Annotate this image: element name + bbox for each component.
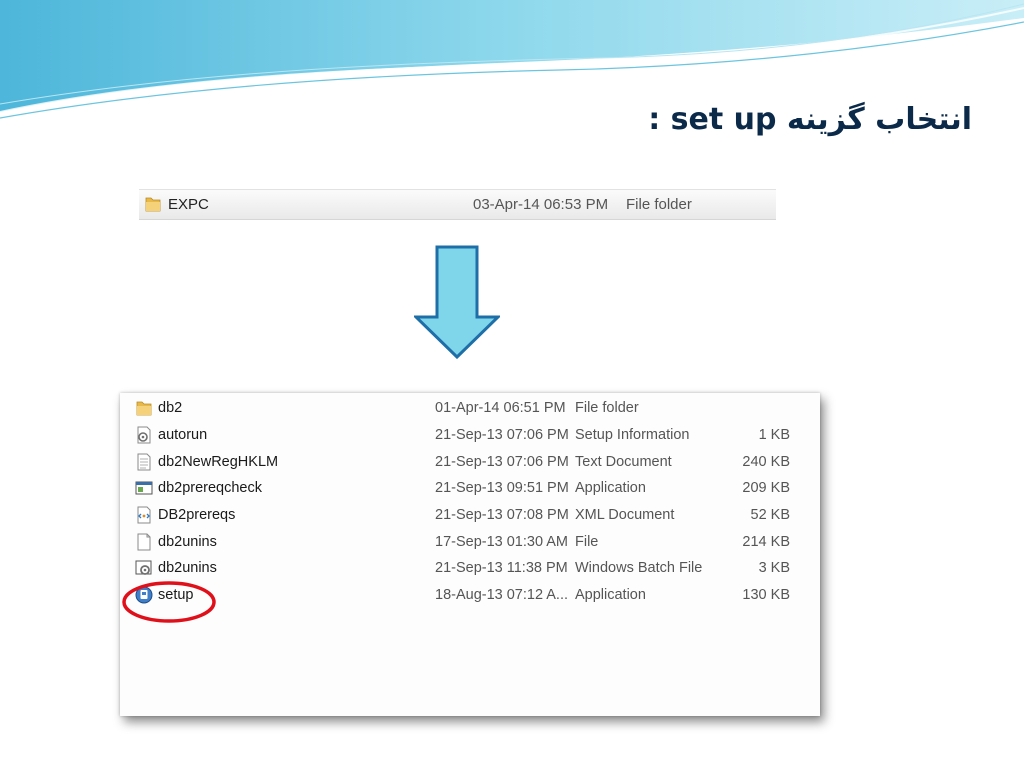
file-type: Application [575,480,646,496]
file-row-setup[interactable]: setup 18-Aug-13 07:12 A... Application 1… [120,582,820,608]
file-row-db2newreghklm[interactable]: db2NewRegHKLM 21-Sep-13 07:06 PM Text Do… [120,449,820,475]
file-name: db2prereqcheck [158,480,262,496]
file-size: 240 KB [742,454,790,470]
folder-icon [136,401,152,416]
file-date: 21-Sep-13 07:06 PM [435,427,569,443]
folder-date: 03-Apr-14 06:53 PM [473,196,609,213]
file-name: db2unins [158,534,217,550]
file-date: 21-Sep-13 07:06 PM [435,454,569,470]
file-date: 01-Apr-14 06:51 PM [435,400,566,416]
setup-highlight-circle [122,581,216,623]
file-icon [137,533,151,551]
file-type: XML Document [575,507,675,523]
file-name: DB2prereqs [158,507,236,523]
file-row-db2unins-batch[interactable]: db2unins 21-Sep-13 11:38 PM Windows Batc… [120,555,820,581]
file-type: File folder [575,400,639,416]
file-row-db2unins-file[interactable]: db2unins 17-Sep-13 01:30 AM File 214 KB [120,529,820,555]
file-type: File [575,534,599,550]
file-name: db2NewRegHKLM [158,454,279,470]
file-name: db2 [158,400,183,416]
text-document-icon [137,453,151,471]
file-size: 130 KB [742,587,790,603]
file-size: 52 KB [750,507,791,523]
application-icon [135,481,153,495]
file-row-db2[interactable]: db2 01-Apr-14 06:51 PM File folder [120,395,820,421]
batch-file-icon [135,560,152,575]
folder-name: EXPC [168,196,209,213]
file-date: 21-Sep-13 11:38 PM [435,560,568,576]
file-type: Text Document [575,454,672,470]
file-name: db2unins [158,560,217,576]
file-date: 21-Sep-13 07:08 PM [435,507,569,523]
setup-info-icon [137,426,151,444]
file-size: 209 KB [742,480,790,496]
file-size: 214 KB [742,534,790,550]
file-date: 17-Sep-13 01:30 AM [435,534,569,550]
file-row-db2prereqcheck[interactable]: db2prereqcheck 21-Sep-13 09:51 PM Applic… [120,475,820,501]
file-size: 3 KB [758,560,790,576]
file-size: 1 KB [758,427,790,443]
file-type: Application [575,587,646,603]
file-row-autorun[interactable]: autorun 21-Sep-13 07:06 PM Setup Informa… [120,422,820,448]
file-list-panel: db2 01-Apr-14 06:51 PM File folder autor… [120,393,820,716]
file-date: 21-Sep-13 09:51 PM [435,480,569,496]
file-date: 18-Aug-13 07:12 A... [435,587,569,603]
file-row-db2prereqs[interactable]: DB2prereqs 21-Sep-13 07:08 PM XML Docume… [120,502,820,528]
folder-row-expc[interactable]: EXPC 03-Apr-14 06:53 PM File folder [139,189,776,220]
slide-title: انتخاب گزینه set up : [648,102,972,137]
folder-icon [145,197,161,212]
down-arrow-icon [414,245,500,360]
file-type: Setup Information [575,427,690,443]
file-type: Windows Batch File [575,560,703,576]
file-name: autorun [158,427,208,443]
xml-document-icon [137,506,151,524]
folder-type: File folder [626,196,692,213]
